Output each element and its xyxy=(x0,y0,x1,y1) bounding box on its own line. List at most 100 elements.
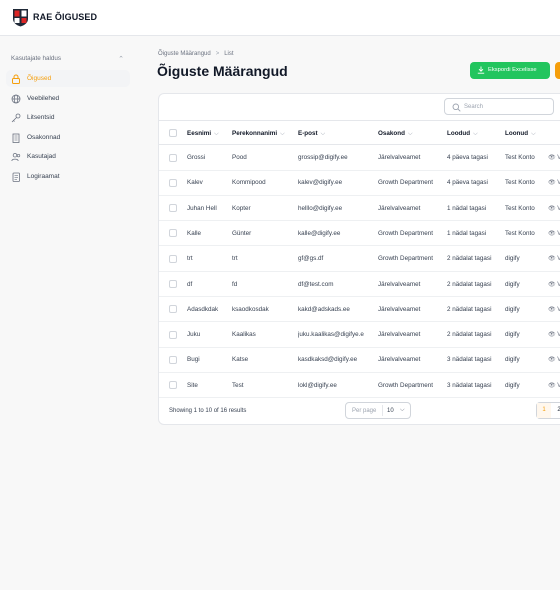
cell-loodud: 4 päeva tagasi xyxy=(447,154,488,161)
cell-email: helllo@digify.ee xyxy=(298,204,343,212)
row-checkbox[interactable] xyxy=(169,254,177,263)
cell-eesnimi: Kalev xyxy=(187,179,203,187)
eye-icon: 👁 xyxy=(548,205,556,212)
row-checkbox[interactable] xyxy=(169,381,177,390)
row-checkbox[interactable] xyxy=(169,178,177,187)
view-action[interactable]: 👁 V xyxy=(548,382,560,389)
view-action[interactable]: 👁 V xyxy=(548,356,560,363)
cell-osakond: Growth Department xyxy=(378,255,433,263)
sidebar-item-label: Litsentsid xyxy=(27,114,55,121)
sidebar-group-header[interactable]: Kasutajate haldus ⌃ xyxy=(11,55,127,65)
row-checkbox[interactable] xyxy=(169,229,177,238)
eye-icon: 👁 xyxy=(548,281,556,288)
view-action[interactable]: 👁 V xyxy=(548,281,560,288)
row-checkbox[interactable] xyxy=(169,204,177,213)
eye-icon: 👁 xyxy=(548,155,556,161)
cell-loonud: Test Konto xyxy=(505,154,535,161)
chevron-down-icon: ⌵ xyxy=(280,131,285,137)
cell-perekonnanimi: Kommipood xyxy=(232,179,266,187)
table-row[interactable]: Juhan Hell Kopter helllo@digify.ee Järelval… xyxy=(159,196,560,222)
breadcrumb-parent[interactable]: Õiguste Määrangud xyxy=(158,51,211,57)
column-label: Perekonnanimi xyxy=(232,130,278,137)
row-checkbox[interactable] xyxy=(169,280,177,288)
column-header-osakond[interactable]: Osakond ⌵ xyxy=(378,130,413,138)
view-action[interactable]: 👁 V xyxy=(548,154,560,161)
sidebar-item-litsentsid[interactable]: Litsentsid xyxy=(6,109,130,126)
column-header-eesnimi[interactable]: Eesnimi ⌵ xyxy=(187,130,219,138)
cell-eesnimi: Kalle xyxy=(187,229,202,237)
cell-email: kakd@adskads.ee xyxy=(298,305,350,313)
cell-osakond: Growth Department xyxy=(378,229,433,237)
table-row[interactable]: Grossi Pood grossip@digify.ee Järelvalveame… xyxy=(159,145,560,171)
search-input[interactable]: Search xyxy=(444,98,554,115)
search-placeholder: Search xyxy=(464,103,484,110)
cell-loonud: digify xyxy=(505,305,520,313)
row-checkbox[interactable] xyxy=(169,355,177,364)
view-action[interactable]: 👁 V xyxy=(548,230,560,237)
cell-email: kalev@digify.ee xyxy=(298,179,343,187)
page-button-1[interactable]: 1 xyxy=(537,403,551,418)
cell-perekonnanimi: Günter xyxy=(232,229,252,237)
sidebar-item-osakonnad[interactable]: Osakonnad xyxy=(6,129,130,146)
view-action[interactable]: 👁 V xyxy=(548,306,560,313)
view-action[interactable]: 👁 V xyxy=(548,255,560,262)
view-action[interactable]: 👁 V xyxy=(548,179,560,186)
sidebar-item-veebilehed[interactable]: Veebilehed xyxy=(6,90,130,107)
per-page-select[interactable]: Per page 10 ⌵ xyxy=(345,402,411,419)
sidebar-item-oigused[interactable]: Õigused xyxy=(6,70,130,87)
sidebar-item-logiraamat[interactable]: Logiraamat xyxy=(6,168,130,185)
table-row[interactable]: Juku Kaalikas juku.kaalikas@digifye.e Järel… xyxy=(159,322,560,348)
breadcrumb-separator: > xyxy=(215,51,220,57)
row-checkbox[interactable] xyxy=(169,153,177,162)
chevron-down-icon: ⌵ xyxy=(214,131,219,137)
table-row[interactable]: Adasdkdak ksaodkosdak kakd@adskads.ee Järel… xyxy=(159,297,560,323)
page-title: Õiguste Määrangud xyxy=(157,63,288,79)
building-icon xyxy=(12,133,20,143)
column-header-loodud[interactable]: Loodud ⌵ xyxy=(447,130,478,138)
sidebar-item-kasutajad[interactable]: Kasutajad xyxy=(6,148,130,165)
page-button-2[interactable]: 2 xyxy=(552,403,560,418)
cell-eesnimi: Juku xyxy=(187,331,201,339)
column-label: Loonud xyxy=(505,130,529,137)
results-summary: Showing 1 to 10 of 16 results xyxy=(169,408,247,414)
select-all-checkbox[interactable] xyxy=(169,129,177,137)
cell-perekonnanimi: Katse xyxy=(232,356,249,364)
shield-logo-icon[interactable] xyxy=(12,8,29,27)
view-action[interactable]: 👁 V xyxy=(548,205,560,212)
table-row[interactable]: df fd df@test.com Järelvalveamet 2 nädalat t… xyxy=(159,272,560,297)
cell-loonud: digify xyxy=(505,381,520,389)
cell-email: grossip@digify.ee xyxy=(298,154,348,161)
column-header-perekonnanimi[interactable]: Perekonnanimi ⌵ xyxy=(232,130,285,138)
table-row[interactable]: Kalev Kommipood kalev@digify.ee Growth Depa… xyxy=(159,170,560,196)
column-header-e-post[interactable]: E-post ⌵ xyxy=(298,130,325,138)
cell-loonud: digify xyxy=(505,255,520,263)
cell-osakond: Järelvalveamet xyxy=(378,331,421,339)
breadcrumb: Õiguste Määrangud > List xyxy=(158,51,234,57)
cell-loodud: 2 nädalat tagasi xyxy=(447,280,492,288)
eye-icon: 👁 xyxy=(548,332,556,339)
column-header-loonud[interactable]: Loonud ⌵ xyxy=(505,130,536,138)
view-action[interactable]: 👁 V xyxy=(548,331,560,338)
cell-loonud: digify xyxy=(505,331,520,339)
create-button[interactable] xyxy=(555,62,560,79)
table-row[interactable]: Bugi Katse kasdkaksd@digify.ee Järelvalveam… xyxy=(159,347,560,373)
cell-loonud: digify xyxy=(505,280,520,288)
per-page-label: Per page xyxy=(352,408,377,414)
download-icon xyxy=(477,66,485,74)
row-checkbox[interactable] xyxy=(169,305,177,314)
cell-loodud: 3 nädalat tagasi xyxy=(447,381,492,389)
chevron-up-icon: ⌃ xyxy=(118,56,124,63)
cell-eesnimi: Bugi xyxy=(187,356,200,364)
cell-perekonnanimi: trt xyxy=(232,255,238,263)
export-excel-button[interactable]: Ekspordi Excelisse xyxy=(470,62,550,79)
table-row[interactable]: Site Test lokl@digify.ee Growth Department 3… xyxy=(159,373,560,399)
table-row[interactable]: Kalle Günter kalle@digify.ee Growth Departm… xyxy=(159,221,560,247)
cell-osakond: Järelvalveamet xyxy=(378,280,421,288)
row-checkbox[interactable] xyxy=(169,330,177,339)
divider xyxy=(382,405,383,416)
column-label: Loodud xyxy=(447,130,471,137)
cell-perekonnanimi: Kaalikas xyxy=(232,331,256,339)
globe-icon xyxy=(11,94,21,104)
cell-loonud: Test Konto xyxy=(505,179,535,187)
table-row[interactable]: trt trt gf@gs.df Growth Department 2 nädalat… xyxy=(159,246,560,272)
